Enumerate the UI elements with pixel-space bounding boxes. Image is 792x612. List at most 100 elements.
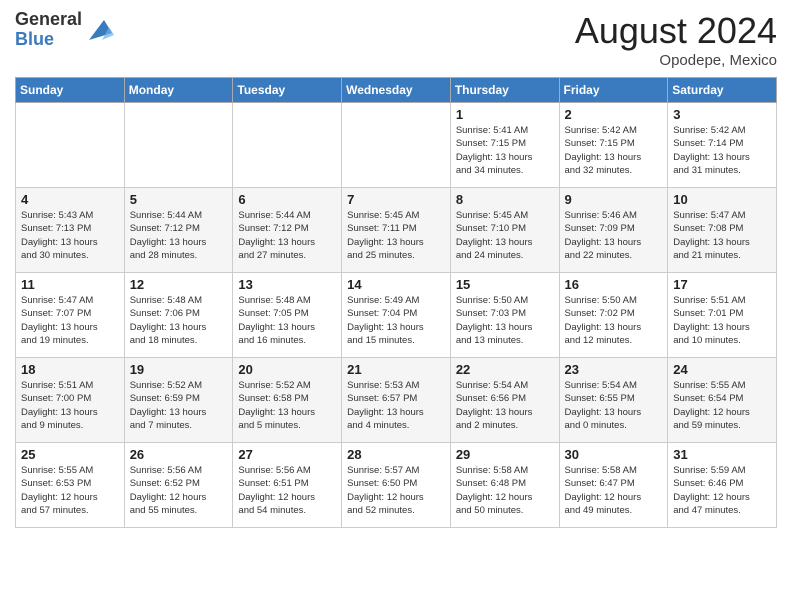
day-number: 28 xyxy=(347,447,445,462)
calendar-cell: 8 Sunrise: 5:45 AM Sunset: 7:10 PM Daylig… xyxy=(450,188,559,273)
calendar-cell: 21 Sunrise: 5:53 AM Sunset: 6:57 PM Dayli… xyxy=(342,358,451,443)
day-number: 19 xyxy=(130,362,228,377)
cell-content: Sunrise: 5:42 AM Sunset: 7:15 PM Dayligh… xyxy=(565,124,663,177)
calendar-cell: 3 Sunrise: 5:42 AM Sunset: 7:14 PM Daylig… xyxy=(668,103,777,188)
logo-blue-text: Blue xyxy=(15,30,82,50)
day-number: 27 xyxy=(238,447,336,462)
cell-content: Sunrise: 5:52 AM Sunset: 6:58 PM Dayligh… xyxy=(238,379,336,432)
calendar-cell: 12 Sunrise: 5:48 AM Sunset: 7:06 PM Dayli… xyxy=(124,273,233,358)
cell-content: Sunrise: 5:54 AM Sunset: 6:55 PM Dayligh… xyxy=(565,379,663,432)
calendar-cell: 18Sunrise: 5:51 AM Sunset: 7:00 PM Dayli… xyxy=(16,358,125,443)
cell-content: Sunrise: 5:46 AM Sunset: 7:09 PM Dayligh… xyxy=(565,209,663,262)
calendar-cell: 23Sunrise: 5:54 AM Sunset: 6:55 PM Dayli… xyxy=(559,358,668,443)
day-number: 5 xyxy=(130,192,228,207)
weekday-header-thursday: Thursday xyxy=(450,78,559,103)
calendar-cell: 13 Sunrise: 5:48 AM Sunset: 7:05 PM Dayli… xyxy=(233,273,342,358)
weekday-header-monday: Monday xyxy=(124,78,233,103)
day-number: 31 xyxy=(673,447,771,462)
cell-content: Sunrise: 5:45 AM Sunset: 7:10 PM Dayligh… xyxy=(456,209,554,262)
cell-content: Sunrise: 5:56 AM Sunset: 6:51 PM Dayligh… xyxy=(238,464,336,517)
calendar-cell: 28Sunrise: 5:57 AM Sunset: 6:50 PM Dayli… xyxy=(342,443,451,528)
day-number: 1 xyxy=(456,107,554,122)
cell-content: Sunrise: 5:44 AM Sunset: 7:12 PM Dayligh… xyxy=(238,209,336,262)
day-number: 11 xyxy=(21,277,119,292)
weekday-header-saturday: Saturday xyxy=(668,78,777,103)
cell-content: Sunrise: 5:52 AM Sunset: 6:59 PM Dayligh… xyxy=(130,379,228,432)
logo-general-text: General xyxy=(15,10,82,30)
day-number: 15 xyxy=(456,277,554,292)
calendar-cell: 15 Sunrise: 5:50 AM Sunset: 7:03 PM Dayli… xyxy=(450,273,559,358)
location-text: Opodepe, Mexico xyxy=(575,52,777,69)
day-number: 25 xyxy=(21,447,119,462)
cell-content: Sunrise: 5:47 AM Sunset: 7:08 PM Dayligh… xyxy=(673,209,771,262)
day-number: 16 xyxy=(565,277,663,292)
month-title: August 2024 xyxy=(575,10,777,52)
day-number: 18 xyxy=(21,362,119,377)
day-number: 30 xyxy=(565,447,663,462)
day-number: 22 xyxy=(456,362,554,377)
cell-content: Sunrise: 5:58 AM Sunset: 6:47 PM Dayligh… xyxy=(565,464,663,517)
calendar-cell: 6 Sunrise: 5:44 AM Sunset: 7:12 PM Daylig… xyxy=(233,188,342,273)
calendar-cell: 27 Sunrise: 5:56 AM Sunset: 6:51 PM Dayli… xyxy=(233,443,342,528)
calendar-cell: 11Sunrise: 5:47 AM Sunset: 7:07 PM Dayli… xyxy=(16,273,125,358)
day-number: 12 xyxy=(130,277,228,292)
day-number: 20 xyxy=(238,362,336,377)
weekday-header-wednesday: Wednesday xyxy=(342,78,451,103)
cell-content: Sunrise: 5:43 AM Sunset: 7:13 PM Dayligh… xyxy=(21,209,119,262)
calendar-cell xyxy=(124,103,233,188)
calendar-cell xyxy=(233,103,342,188)
cell-content: Sunrise: 5:58 AM Sunset: 6:48 PM Dayligh… xyxy=(456,464,554,517)
calendar-cell: 2 Sunrise: 5:42 AM Sunset: 7:15 PM Daylig… xyxy=(559,103,668,188)
day-number: 6 xyxy=(238,192,336,207)
calendar-cell: 17 Sunrise: 5:51 AM Sunset: 7:01 PM Dayli… xyxy=(668,273,777,358)
calendar-week-2: 4 Sunrise: 5:43 AM Sunset: 7:13 PM Daylig… xyxy=(16,188,777,273)
cell-content: Sunrise: 5:55 AM Sunset: 6:53 PM Dayligh… xyxy=(21,464,119,517)
cell-content: Sunrise: 5:48 AM Sunset: 7:06 PM Dayligh… xyxy=(130,294,228,347)
day-number: 21 xyxy=(347,362,445,377)
day-number: 14 xyxy=(347,277,445,292)
cell-content: Sunrise: 5:53 AM Sunset: 6:57 PM Dayligh… xyxy=(347,379,445,432)
calendar-cell: 10 Sunrise: 5:47 AM Sunset: 7:08 PM Dayli… xyxy=(668,188,777,273)
calendar-week-5: 25 Sunrise: 5:55 AM Sunset: 6:53 PM Dayli… xyxy=(16,443,777,528)
day-number: 17 xyxy=(673,277,771,292)
page-header: General Blue August 2024 Opodepe, Mexico xyxy=(15,10,777,69)
cell-content: Sunrise: 5:41 AM Sunset: 7:15 PM Dayligh… xyxy=(456,124,554,177)
calendar-cell: 16 Sunrise: 5:50 AM Sunset: 7:02 PM Dayli… xyxy=(559,273,668,358)
day-number: 7 xyxy=(347,192,445,207)
title-block: August 2024 Opodepe, Mexico xyxy=(575,10,777,69)
calendar-cell: 20 Sunrise: 5:52 AM Sunset: 6:58 PM Dayli… xyxy=(233,358,342,443)
calendar-cell: 31 Sunrise: 5:59 AM Sunset: 6:46 PM Dayli… xyxy=(668,443,777,528)
cell-content: Sunrise: 5:42 AM Sunset: 7:14 PM Dayligh… xyxy=(673,124,771,177)
cell-content: Sunrise: 5:44 AM Sunset: 7:12 PM Dayligh… xyxy=(130,209,228,262)
logo-icon xyxy=(84,15,114,45)
cell-content: Sunrise: 5:51 AM Sunset: 7:01 PM Dayligh… xyxy=(673,294,771,347)
day-number: 13 xyxy=(238,277,336,292)
cell-content: Sunrise: 5:48 AM Sunset: 7:05 PM Dayligh… xyxy=(238,294,336,347)
calendar-cell xyxy=(16,103,125,188)
calendar-cell: 9Sunrise: 5:46 AM Sunset: 7:09 PM Daylig… xyxy=(559,188,668,273)
cell-content: Sunrise: 5:59 AM Sunset: 6:46 PM Dayligh… xyxy=(673,464,771,517)
day-number: 8 xyxy=(456,192,554,207)
cell-content: Sunrise: 5:54 AM Sunset: 6:56 PM Dayligh… xyxy=(456,379,554,432)
calendar-week-1: 1 Sunrise: 5:41 AM Sunset: 7:15 PM Daylig… xyxy=(16,103,777,188)
day-number: 10 xyxy=(673,192,771,207)
calendar-cell: 1 Sunrise: 5:41 AM Sunset: 7:15 PM Daylig… xyxy=(450,103,559,188)
calendar-cell: 29 Sunrise: 5:58 AM Sunset: 6:48 PM Dayli… xyxy=(450,443,559,528)
day-number: 24 xyxy=(673,362,771,377)
cell-content: Sunrise: 5:50 AM Sunset: 7:02 PM Dayligh… xyxy=(565,294,663,347)
calendar-week-4: 18Sunrise: 5:51 AM Sunset: 7:00 PM Dayli… xyxy=(16,358,777,443)
day-number: 2 xyxy=(565,107,663,122)
calendar-cell: 14Sunrise: 5:49 AM Sunset: 7:04 PM Dayli… xyxy=(342,273,451,358)
cell-content: Sunrise: 5:45 AM Sunset: 7:11 PM Dayligh… xyxy=(347,209,445,262)
cell-content: Sunrise: 5:50 AM Sunset: 7:03 PM Dayligh… xyxy=(456,294,554,347)
day-number: 26 xyxy=(130,447,228,462)
calendar-cell: 7 Sunrise: 5:45 AM Sunset: 7:11 PM Daylig… xyxy=(342,188,451,273)
day-number: 4 xyxy=(21,192,119,207)
calendar-cell: 22 Sunrise: 5:54 AM Sunset: 6:56 PM Dayli… xyxy=(450,358,559,443)
day-number: 29 xyxy=(456,447,554,462)
calendar-cell: 19 Sunrise: 5:52 AM Sunset: 6:59 PM Dayli… xyxy=(124,358,233,443)
cell-content: Sunrise: 5:56 AM Sunset: 6:52 PM Dayligh… xyxy=(130,464,228,517)
calendar-cell: 25 Sunrise: 5:55 AM Sunset: 6:53 PM Dayli… xyxy=(16,443,125,528)
day-number: 3 xyxy=(673,107,771,122)
calendar-week-3: 11Sunrise: 5:47 AM Sunset: 7:07 PM Dayli… xyxy=(16,273,777,358)
